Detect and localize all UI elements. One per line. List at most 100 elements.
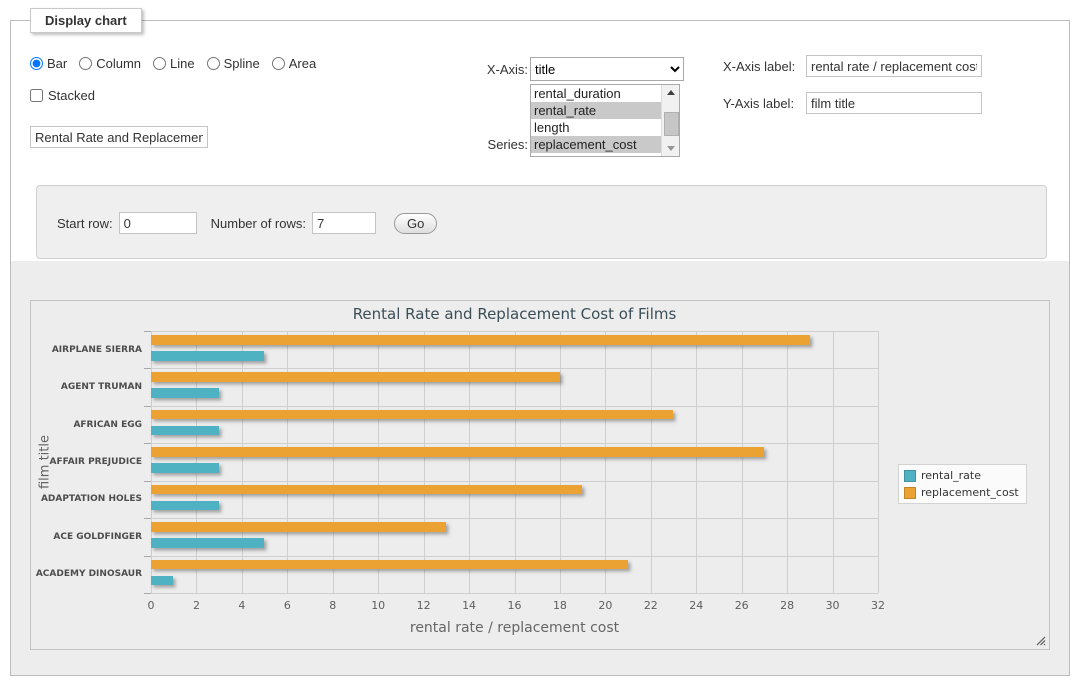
num-rows-label: Number of rows:: [211, 216, 306, 231]
x-tick-label: 6: [270, 599, 304, 612]
gridline: [151, 481, 878, 482]
series-option-rental_duration[interactable]: rental_duration: [531, 85, 661, 102]
chart-type-column[interactable]: Column: [79, 56, 141, 71]
scroll-down-icon[interactable]: [662, 141, 679, 156]
series-listbox-label: Series:: [433, 137, 528, 152]
category-label: AGENT TRUMAN: [31, 368, 142, 405]
num-rows-input[interactable]: [312, 212, 376, 234]
stacked-option[interactable]: Stacked: [30, 88, 95, 103]
legend-swatch-icon: [904, 470, 916, 482]
series-option-rental_rate[interactable]: rental_rate: [531, 102, 661, 119]
bar-replacement-cost: [151, 560, 628, 570]
series-option-replacement_cost[interactable]: replacement_cost: [531, 136, 661, 153]
x-axis-label-caption: X-Axis label:: [723, 59, 795, 74]
gridline: [605, 331, 606, 593]
bar-replacement-cost: [151, 335, 810, 345]
chart-type-radio-area[interactable]: [272, 57, 285, 70]
legend-item-replacement_cost: replacement_cost: [904, 486, 1019, 499]
gridline: [151, 368, 878, 369]
gridline: [878, 331, 879, 593]
gridline: [469, 331, 470, 593]
legend-item-rental_rate: rental_rate: [904, 469, 1019, 482]
chart-type-radio-column[interactable]: [79, 57, 92, 70]
chart-legend: rental_rate replacement_cost: [898, 464, 1027, 504]
bar-rental-rate: [151, 388, 219, 398]
gridline: [651, 331, 652, 593]
bar-rental-rate: [151, 351, 264, 361]
y-axis-label-input[interactable]: [806, 92, 982, 114]
bar-replacement-cost: [151, 410, 673, 420]
x-tick-label: 4: [225, 599, 259, 612]
gridline: [515, 331, 516, 593]
x-tick-label: 20: [588, 599, 622, 612]
chart-type-radio-line[interactable]: [153, 57, 166, 70]
chart-type-radio-spline[interactable]: [207, 57, 220, 70]
gridline: [151, 331, 152, 593]
x-tick-label: 26: [725, 599, 759, 612]
gridline: [742, 331, 743, 593]
fieldset-legend: Display chart: [30, 8, 142, 33]
bar-rental-rate: [151, 576, 173, 586]
chart-title-input[interactable]: [30, 126, 208, 148]
x-tick-label: 28: [770, 599, 804, 612]
series-scrollbar[interactable]: [661, 85, 679, 156]
chart-type-radio-bar[interactable]: [30, 57, 43, 70]
gridline: [833, 331, 834, 593]
gridline: [151, 406, 878, 407]
bar-rental-rate: [151, 463, 219, 473]
y-tick: [144, 331, 151, 332]
chart-type-label: Spline: [224, 56, 260, 71]
bar-rental-rate: [151, 501, 219, 511]
page: Display chart Bar Column Line Spline Area St…: [0, 0, 1081, 681]
x-tick-label: 10: [361, 599, 395, 612]
x-axis-label-input[interactable]: [806, 55, 982, 77]
go-button[interactable]: Go: [394, 213, 437, 234]
gridline: [560, 331, 561, 593]
y-tick: [144, 593, 151, 594]
legend-label: replacement_cost: [921, 486, 1019, 499]
scrollbar-thumb[interactable]: [664, 112, 679, 136]
y-tick: [144, 368, 151, 369]
x-tick-label: 32: [861, 599, 895, 612]
gridline: [696, 331, 697, 593]
gridline: [151, 331, 878, 332]
gridline: [151, 593, 878, 594]
series-option-length[interactable]: length: [531, 119, 661, 136]
series-listbox[interactable]: rental_durationrental_ratelengthreplacem…: [530, 84, 680, 157]
bar-replacement-cost: [151, 447, 764, 457]
chart-type-label: Column: [96, 56, 141, 71]
legend-swatch-icon: [904, 487, 916, 499]
row-range-controls: Start row: Number of rows: Go: [57, 212, 437, 234]
x-tick-label: 16: [498, 599, 532, 612]
x-tick-label: 18: [543, 599, 577, 612]
gridline: [242, 331, 243, 593]
bar-rental-rate: [151, 538, 264, 548]
gridline: [151, 518, 878, 519]
x-tick-label: 14: [452, 599, 486, 612]
x-tick-label: 22: [634, 599, 668, 612]
chart-type-bar[interactable]: Bar: [30, 56, 67, 71]
chart-type-area[interactable]: Area: [272, 56, 316, 71]
chart-type-line[interactable]: Line: [153, 56, 195, 71]
legend-label: rental_rate: [921, 469, 981, 482]
bar-replacement-cost: [151, 372, 560, 382]
stacked-checkbox[interactable]: [30, 89, 43, 102]
start-row-label: Start row:: [57, 216, 113, 231]
chart-type-label: Line: [170, 56, 195, 71]
category-label: ACADEMY DINOSAUR: [31, 556, 142, 593]
scroll-up-icon[interactable]: [662, 85, 679, 100]
y-axis-label-caption: Y-Axis label:: [723, 96, 794, 111]
chart-type-spline[interactable]: Spline: [207, 56, 260, 71]
start-row-input[interactable]: [119, 212, 197, 234]
bar-replacement-cost: [151, 522, 446, 532]
resize-handle-icon[interactable]: [1035, 635, 1046, 646]
y-tick: [144, 406, 151, 407]
chart-title: Rental Rate and Replacement Cost of Film…: [151, 305, 878, 323]
chart-type-label: Area: [289, 56, 316, 71]
y-tick: [144, 556, 151, 557]
category-label: ACE GOLDFINGER: [31, 518, 142, 555]
gridline: [151, 443, 878, 444]
x-tick-label: 0: [134, 599, 168, 612]
y-tick: [144, 518, 151, 519]
x-axis-select[interactable]: title: [530, 57, 684, 81]
